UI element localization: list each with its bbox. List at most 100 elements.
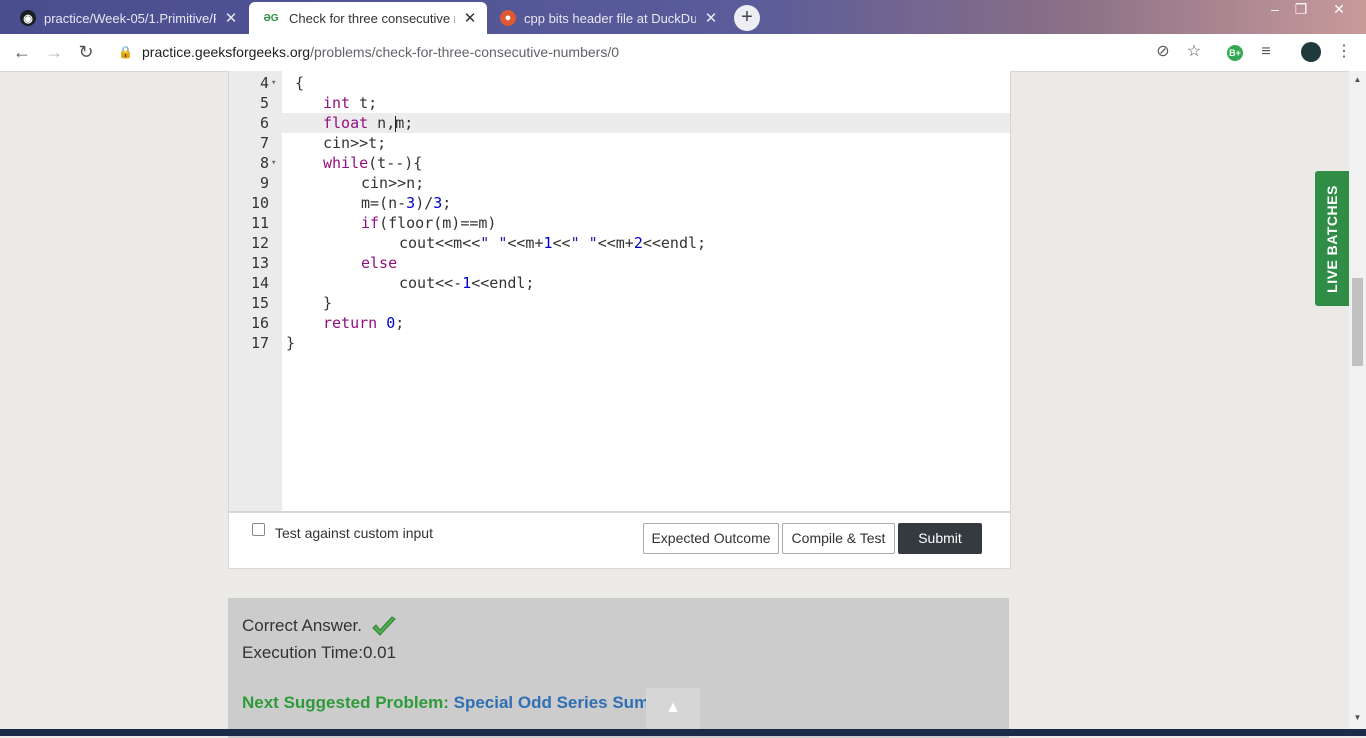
tab-geeksforgeeks[interactable]: ƏG Check for three consecutive num ✕ bbox=[249, 2, 487, 34]
reload-icon[interactable]: ↻ bbox=[74, 40, 98, 64]
code-line: 11 if(floor(m)==m) bbox=[229, 213, 1010, 233]
url-host: practice.geeksforgeeks.org bbox=[142, 44, 311, 60]
code-text: (floor(m)==m) bbox=[379, 214, 497, 232]
reader-icon[interactable]: ≡ bbox=[1256, 42, 1276, 62]
line-number: 4 bbox=[259, 74, 269, 92]
github-icon: ◉ bbox=[20, 10, 36, 26]
keyword: float bbox=[323, 114, 369, 132]
scroll-to-top-button[interactable]: ▲ bbox=[646, 688, 700, 730]
number-literal: 2 bbox=[633, 234, 643, 252]
code-text: { bbox=[295, 74, 305, 92]
fold-icon[interactable]: ▾ bbox=[271, 153, 276, 173]
code-text: t; bbox=[350, 94, 378, 112]
line-number: 10 bbox=[250, 194, 269, 212]
code-text: cout<<m<< bbox=[399, 234, 481, 252]
code-line: 17 } bbox=[229, 333, 1010, 353]
code-text: <<m+ bbox=[597, 234, 634, 252]
code-text: )/ bbox=[415, 194, 434, 212]
code-line: 12 cout<<m<<" "<<m+1<<" "<<m+2<<endl; bbox=[229, 233, 1010, 253]
keyword: int bbox=[323, 94, 351, 112]
scroll-down-icon[interactable]: ▼ bbox=[1349, 713, 1366, 722]
result-status: Correct Answer. bbox=[242, 616, 362, 635]
url-path: /problems/check-for-three-consecutive-nu… bbox=[310, 44, 619, 60]
code-line: 14 cout<<-1<<endl; bbox=[229, 273, 1010, 293]
checkmark-icon bbox=[372, 616, 396, 636]
number-literal: 3 bbox=[406, 194, 416, 212]
custom-input-checkbox[interactable] bbox=[252, 523, 265, 536]
code-text: } bbox=[323, 294, 333, 312]
next-suggested-problem: Next Suggested Problem: Special Odd Seri… bbox=[242, 693, 649, 713]
menu-icon[interactable]: ⋮ bbox=[1334, 42, 1354, 62]
code-text: } bbox=[286, 334, 296, 352]
code-line: 5 int t; bbox=[229, 93, 1010, 113]
code-text: n, bbox=[368, 114, 396, 132]
tab-github[interactable]: ◉ practice/Week-05/1.Primitive/Pr ✕ bbox=[8, 2, 248, 34]
code-text: m=(n- bbox=[361, 194, 407, 212]
scrollbar-thumb[interactable] bbox=[1352, 278, 1363, 366]
result-panel: Correct Answer. Execution Time:0.01 Next… bbox=[228, 598, 1009, 738]
keyword: return bbox=[323, 314, 378, 332]
line-number: 9 bbox=[259, 174, 269, 192]
new-tab-button[interactable]: + bbox=[734, 5, 760, 31]
code-line-active: 6 float n,m; bbox=[229, 113, 1010, 133]
line-number: 11 bbox=[250, 214, 269, 232]
url-field[interactable]: 🔒 practice.geeksforgeeks.org/problems/ch… bbox=[112, 38, 1212, 67]
code-text: cin>>t; bbox=[323, 134, 387, 152]
line-number: 12 bbox=[250, 234, 269, 252]
close-icon[interactable]: ✕ bbox=[704, 9, 718, 27]
code-editor[interactable]: 4 ▾ { 5 int t; 6 float n,m; 7 cin>>t; 8 ▾ … bbox=[228, 71, 1011, 512]
live-batches-label: LIVE BATCHES bbox=[1324, 184, 1340, 293]
code-line: 4 ▾ { bbox=[229, 73, 1010, 93]
code-text: << bbox=[552, 234, 571, 252]
code-line: 15 } bbox=[229, 293, 1010, 313]
line-number: 13 bbox=[250, 254, 269, 272]
code-text: <<endl; bbox=[471, 274, 535, 292]
keyword: while bbox=[323, 154, 369, 172]
back-icon[interactable]: ← bbox=[10, 40, 34, 64]
compile-test-button[interactable]: Compile & Test bbox=[782, 523, 895, 554]
code-text: m; bbox=[395, 114, 414, 132]
avatar[interactable] bbox=[1301, 42, 1321, 62]
line-number: 5 bbox=[259, 94, 269, 112]
tab-title: Check for three consecutive num bbox=[289, 10, 455, 26]
code-text: ; bbox=[442, 194, 452, 212]
string-literal: " " bbox=[480, 234, 508, 252]
close-icon[interactable]: ✕ bbox=[224, 9, 238, 27]
scroll-up-icon[interactable]: ▲ bbox=[1349, 75, 1366, 84]
address-bar: ← → ↻ 🔒 practice.geeksforgeeks.org/probl… bbox=[0, 34, 1366, 72]
minimize-icon[interactable]: – bbox=[1262, 0, 1288, 20]
code-text: ; bbox=[395, 314, 405, 332]
tab-title: practice/Week-05/1.Primitive/Pr bbox=[44, 10, 216, 26]
number-literal: 1 bbox=[462, 274, 472, 292]
expected-outcome-button[interactable]: Expected Outcome bbox=[643, 523, 779, 554]
tab-duckduckgo[interactable]: ● cpp bits header file at DuckDuck ✕ bbox=[488, 2, 728, 34]
fold-icon[interactable]: ▾ bbox=[271, 73, 276, 93]
line-number: 7 bbox=[259, 134, 269, 152]
star-icon[interactable]: ☆ bbox=[1184, 42, 1204, 62]
code-text: cout<<- bbox=[399, 274, 463, 292]
code-text: cin>>n; bbox=[361, 174, 425, 192]
custom-input-label: Test against custom input bbox=[275, 525, 433, 541]
keyword: else bbox=[361, 254, 398, 272]
cookie-blocked-icon[interactable]: ⊘ bbox=[1153, 42, 1173, 62]
keyword: if bbox=[361, 214, 380, 232]
tab-title: cpp bits header file at DuckDuck bbox=[524, 10, 696, 26]
submit-button[interactable]: Submit bbox=[898, 523, 982, 554]
code-line: 13 else bbox=[229, 253, 1010, 273]
duckduckgo-icon: ● bbox=[500, 10, 516, 26]
extension-icon[interactable]: B+ bbox=[1225, 42, 1245, 62]
code-text: <<endl; bbox=[642, 234, 707, 252]
next-problem-link[interactable]: Special Odd Series Sum bbox=[454, 693, 650, 712]
forward-icon[interactable]: → bbox=[42, 40, 66, 64]
number-literal: 0 bbox=[386, 314, 396, 332]
number-literal: 3 bbox=[433, 194, 443, 212]
action-panel: Test against custom input Expected Outco… bbox=[228, 512, 1011, 569]
window-close-icon[interactable]: ✕ bbox=[1326, 0, 1352, 20]
code-line: 7 cin>>t; bbox=[229, 133, 1010, 153]
close-icon[interactable]: ✕ bbox=[463, 9, 477, 27]
code-line: 16 return 0; bbox=[229, 313, 1010, 333]
page-scrollbar[interactable]: ▲ ▼ bbox=[1349, 71, 1366, 729]
line-number: 15 bbox=[250, 294, 269, 312]
live-batches-tab[interactable]: LIVE BATCHES bbox=[1315, 171, 1349, 306]
maximize-icon[interactable]: ❐ bbox=[1288, 0, 1314, 20]
